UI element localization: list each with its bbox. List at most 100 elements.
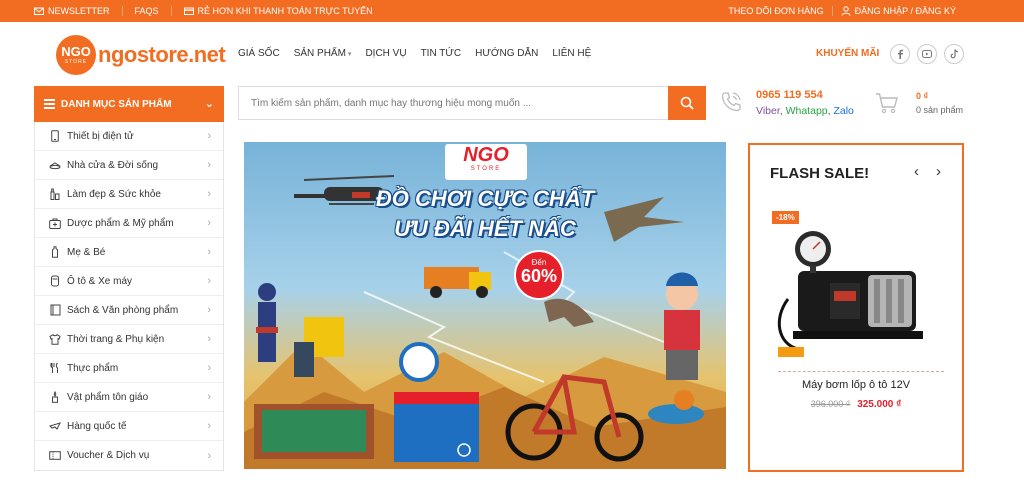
- category-item-thoi-trang[interactable]: Thời trang & Phụ kiện ›: [35, 325, 223, 354]
- category-item-thiet-bi-dien-tu[interactable]: Thiết bị điện tử ›: [35, 122, 223, 151]
- category-item-me-be[interactable]: Mẹ & Bé ›: [35, 238, 223, 267]
- chevron-right-icon: ›: [207, 275, 211, 287]
- logo-mark: NGO STORE: [56, 35, 96, 75]
- track-order-link[interactable]: THEO DÕI ĐƠN HÀNG: [720, 6, 831, 16]
- category-item-label: Dược phẩm & Mỹ phẩm: [67, 217, 174, 229]
- viber-link[interactable]: Viber: [756, 105, 780, 117]
- facebook-icon[interactable]: [890, 44, 910, 64]
- sale-price: 325.000 ₫: [857, 399, 902, 410]
- category-item-o-to-xe-may[interactable]: Ô tô & Xe máy ›: [35, 267, 223, 296]
- messenger-apps: Viber, Whatapp, Zalo: [756, 105, 854, 117]
- chevron-right-icon: ›: [207, 246, 211, 258]
- tiktok-icon[interactable]: [944, 44, 964, 64]
- nav-tin-tuc[interactable]: TIN TỨC: [421, 48, 462, 59]
- category-item-lam-dep[interactable]: Làm đẹp & Sức khỏe ›: [35, 180, 223, 209]
- flash-sale-box: FLASH SALE! ‹ › -18% Máy bơm lốp ô tô 12…: [748, 143, 964, 472]
- category-menu-toggle[interactable]: DANH MỤC SẢN PHẨM ⌄: [34, 86, 224, 122]
- whatsapp-link[interactable]: Whatapp: [786, 105, 828, 117]
- youtube-icon[interactable]: [917, 44, 937, 64]
- nav-san-pham[interactable]: SẢN PHẨM ▾: [294, 48, 352, 59]
- faqs-label: FAQS: [134, 6, 159, 16]
- hotline-number[interactable]: 0965 119 554: [756, 89, 823, 101]
- book-icon: [49, 304, 61, 316]
- chevron-right-icon: ›: [207, 188, 211, 200]
- home-icon: [49, 159, 61, 171]
- chevron-right-icon: ›: [936, 163, 941, 180]
- banner-headline-2: ƯU ĐÃI HẾT NẤC: [394, 216, 576, 241]
- newsletter-link[interactable]: NEWSLETTER: [34, 6, 123, 16]
- cart-total[interactable]: 0 ₫: [916, 91, 928, 101]
- search-bar: [238, 86, 706, 120]
- baby-bottle-icon: [49, 246, 61, 258]
- promotion-link[interactable]: KHUYẾN MÃI: [816, 48, 879, 59]
- chevron-right-icon: ›: [207, 362, 211, 374]
- car-icon: [49, 275, 61, 287]
- category-item-thuc-pham[interactable]: Thực phẩm ›: [35, 354, 223, 383]
- medicine-icon: [49, 217, 61, 229]
- flash-prev-button[interactable]: ‹: [914, 163, 919, 180]
- mail-icon: [34, 7, 44, 15]
- category-item-label: Mẹ & Bé: [67, 246, 106, 258]
- category-item-duoc-pham[interactable]: Dược phẩm & Mỹ phẩm ›: [35, 209, 223, 238]
- cart-count[interactable]: 0 sản phẩm: [916, 105, 963, 115]
- category-item-label: Voucher & Dịch vụ: [67, 450, 150, 461]
- category-menu-title: DANH MỤC SẢN PHẨM: [61, 98, 172, 110]
- chevron-right-icon: ›: [207, 159, 211, 171]
- banner-badge-value: 60%: [520, 266, 558, 286]
- category-list: Thiết bị điện tử › Nhà cửa & Đời sống › …: [34, 122, 224, 471]
- search-input[interactable]: [239, 87, 669, 119]
- chevron-right-icon: ›: [207, 333, 211, 345]
- banner-logo: NGO STORE: [445, 144, 527, 180]
- religion-icon: [49, 391, 61, 403]
- chevron-right-icon: ›: [207, 449, 211, 462]
- logo-mark-text: NGO: [61, 44, 91, 59]
- zalo-link[interactable]: Zalo: [833, 105, 853, 117]
- product-price: 396.000 ₫ 325.000 ₫: [750, 399, 962, 410]
- product-image[interactable]: [768, 209, 946, 367]
- nav-huong-dan[interactable]: HƯỚNG DẪN: [475, 48, 538, 59]
- site-logo[interactable]: NGO STORE ngostore.net: [56, 35, 226, 75]
- food-icon: [49, 362, 61, 374]
- category-item-label: Thực phẩm: [67, 362, 119, 374]
- discount-badge: -18%: [772, 211, 799, 224]
- nav-gia-soc[interactable]: GIÁ SỐC: [238, 48, 280, 59]
- chevron-down-icon: ⌄: [204, 98, 214, 110]
- flash-sale-title: FLASH SALE!: [770, 165, 870, 182]
- phone-icon: [49, 130, 61, 142]
- online-payment-promo[interactable]: RẺ HƠN KHI THANH TOÁN TRỰC TUYẾN: [183, 6, 385, 16]
- faqs-link[interactable]: FAQS: [135, 6, 172, 16]
- banner-logo-text: NGO: [463, 144, 509, 166]
- cart-icon[interactable]: [875, 92, 899, 114]
- search-button[interactable]: [668, 86, 706, 120]
- login-register-label: ĐĂNG NHẬP / ĐĂNG KÝ: [854, 6, 956, 16]
- category-item-label: Ô tô & Xe máy: [67, 275, 133, 287]
- category-item-ton-giao[interactable]: Vật phẩm tôn giáo ›: [35, 383, 223, 412]
- track-order-label: THEO DÕI ĐƠN HÀNG: [728, 6, 824, 16]
- login-register-link[interactable]: ĐĂNG NHẬP / ĐĂNG KÝ: [831, 6, 964, 16]
- flash-next-button[interactable]: ›: [936, 163, 941, 180]
- chevron-right-icon: ›: [207, 391, 211, 403]
- hero-banner[interactable]: NGO STORE ĐỒ CHƠI CỰC CHẤT ƯU ĐÃI HẾT NẤ…: [244, 142, 726, 469]
- category-item-voucher[interactable]: Voucher & Dịch vụ ›: [35, 441, 223, 470]
- product-name[interactable]: Máy bơm lốp ô tô 12V: [750, 379, 962, 391]
- top-bar: NEWSLETTER FAQS RẺ HƠN KHI THANH TOÁN TR…: [0, 0, 1024, 22]
- divider: [778, 371, 944, 372]
- category-item-label: Nhà cửa & Đời sống: [67, 159, 159, 171]
- logo-mark-sub: STORE: [64, 59, 88, 65]
- nav-dich-vu[interactable]: DỊCH VỤ: [365, 48, 406, 59]
- category-item-nha-cua[interactable]: Nhà cửa & Đời sống ›: [35, 151, 223, 180]
- phone-call-icon: [721, 92, 741, 112]
- nav-lien-he[interactable]: LIÊN HỆ: [552, 48, 591, 59]
- chevron-left-icon: ‹: [914, 163, 919, 180]
- user-icon: [841, 6, 851, 16]
- main-nav: GIÁ SỐC SẢN PHẨM ▾ DỊCH VỤ TIN TỨC HƯỚNG …: [238, 48, 591, 59]
- banner-logo-sub: STORE: [470, 166, 502, 172]
- search-icon: [680, 96, 694, 110]
- category-item-label: Thiết bị điện tử: [67, 130, 134, 142]
- cosmetics-icon: [49, 188, 61, 200]
- category-item-hang-quoc-te[interactable]: Hàng quốc tế ›: [35, 412, 223, 441]
- chevron-right-icon: ›: [207, 130, 211, 142]
- shirt-icon: [49, 333, 61, 345]
- category-item-sach[interactable]: Sách & Văn phòng phẩm ›: [35, 296, 223, 325]
- old-price: 396.000 ₫: [810, 399, 851, 409]
